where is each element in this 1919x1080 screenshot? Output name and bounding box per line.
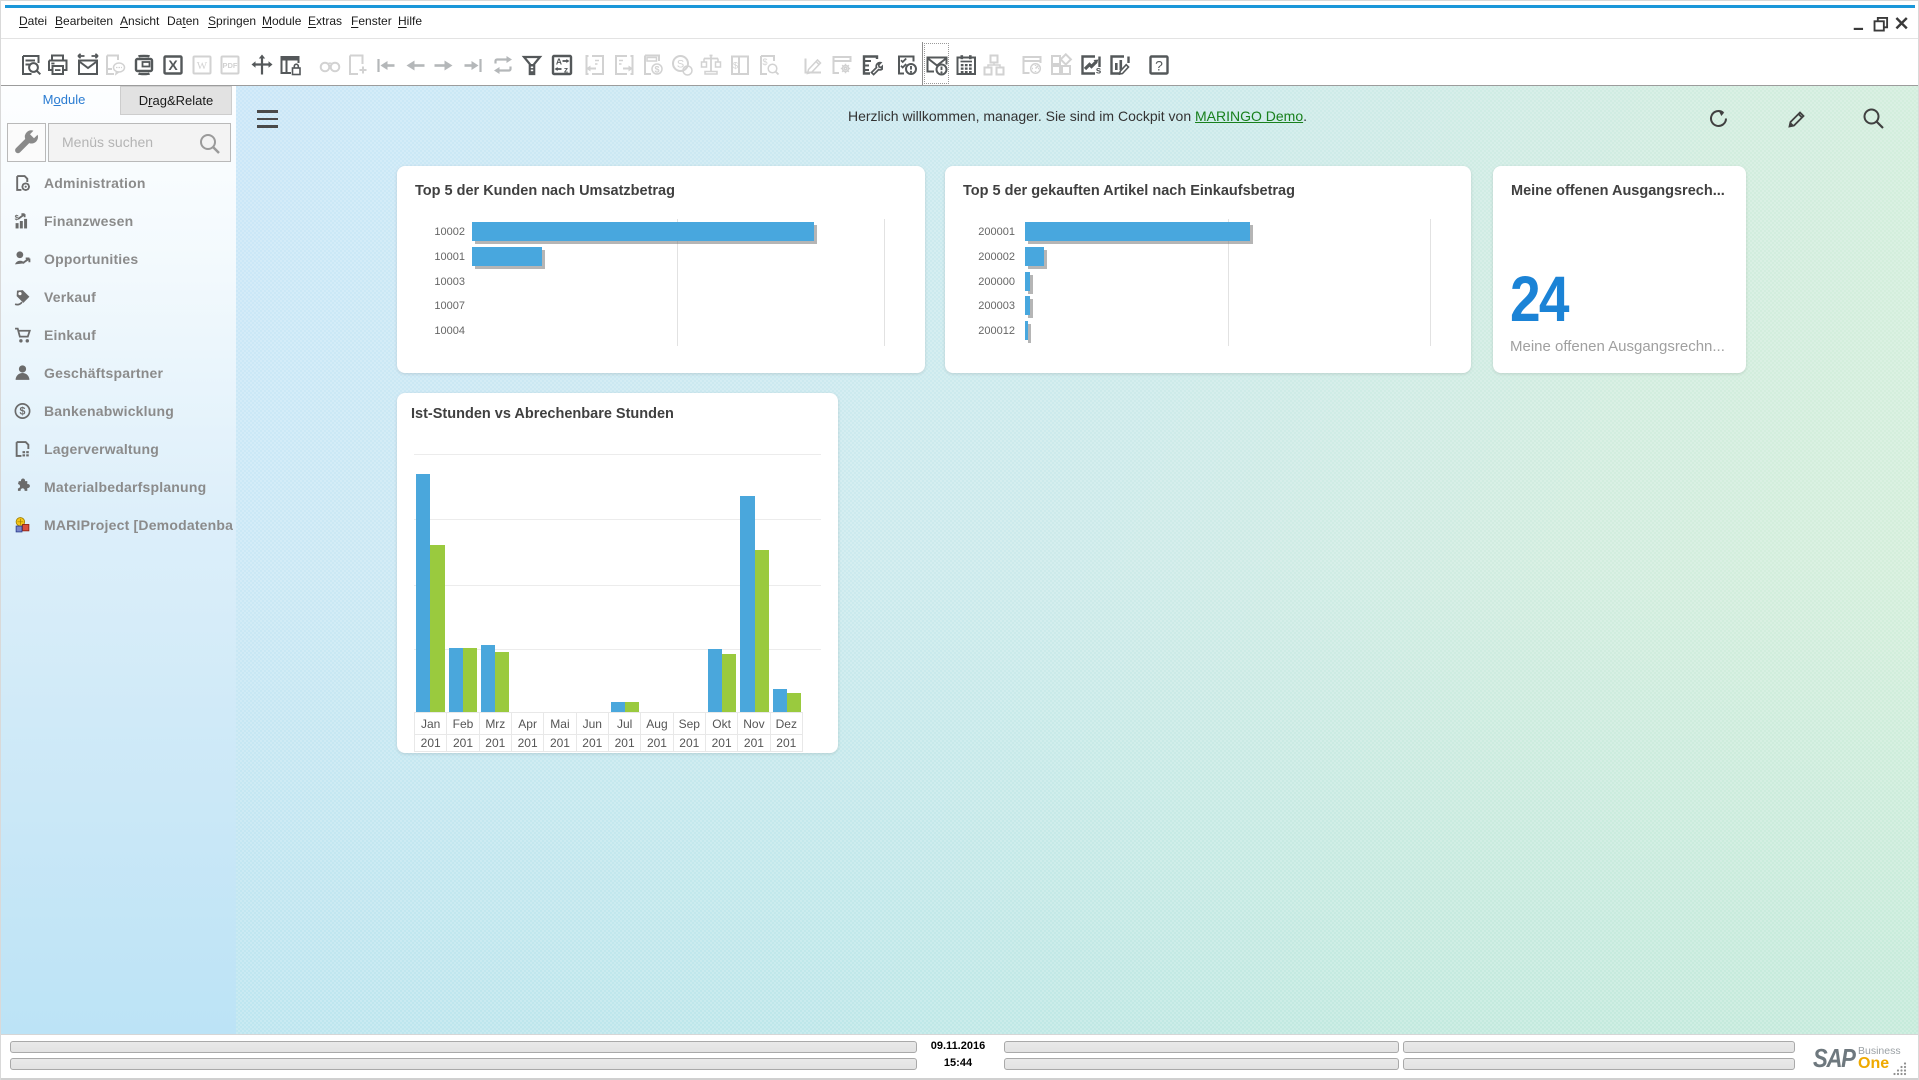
svg-text:$: $ <box>733 61 738 71</box>
svg-text:?: ? <box>1155 58 1163 74</box>
svg-text:X: X <box>168 57 178 73</box>
svg-text:$: $ <box>762 57 767 67</box>
svg-text:$: $ <box>20 406 26 418</box>
svg-text:z: z <box>563 65 567 75</box>
svg-text:W: W <box>197 60 208 72</box>
svg-text:s: s <box>1095 66 1101 77</box>
svg-text:PDF: PDF <box>223 61 238 70</box>
svg-text:A: A <box>555 57 561 67</box>
svg-text:$: $ <box>654 65 659 75</box>
